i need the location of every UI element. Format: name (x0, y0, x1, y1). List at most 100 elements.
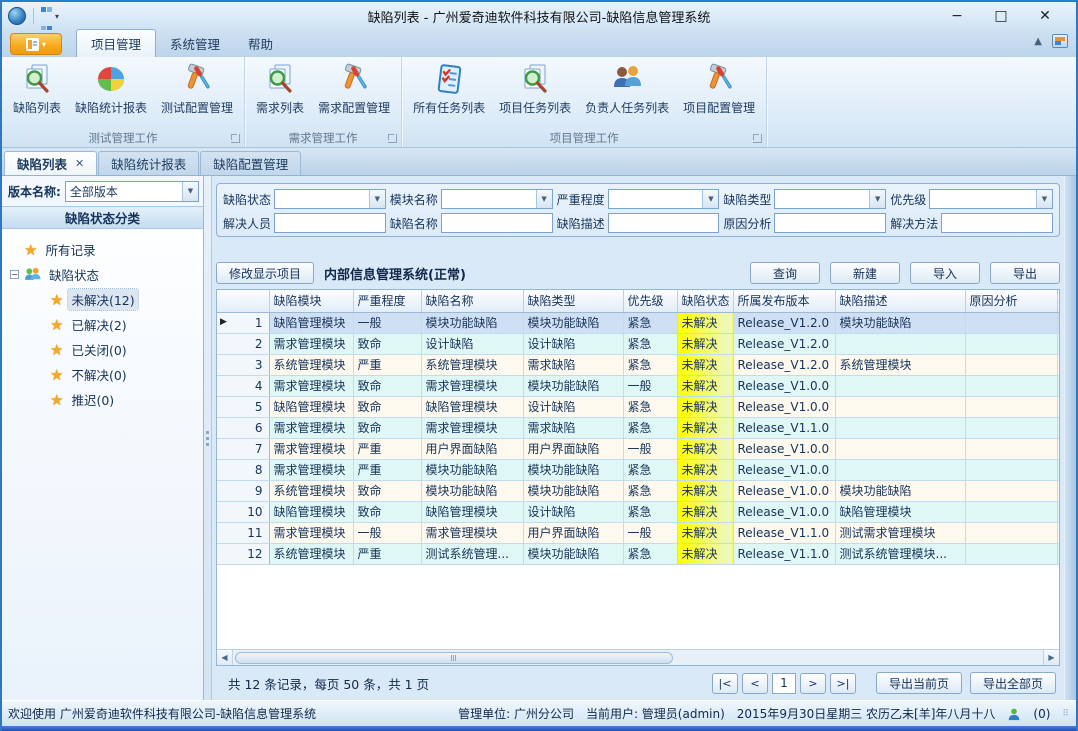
cell-缺陷描述[interactable]: 测试需求管理模块 (835, 522, 965, 543)
row-indicator[interactable]: 3 (217, 354, 269, 375)
cell-严重程度[interactable]: 严重 (353, 543, 421, 564)
cell-缺陷模块[interactable]: 缺陷管理模块 (269, 312, 353, 333)
cell-优先级[interactable]: 一般 (623, 522, 677, 543)
row-indicator[interactable]: 11 (217, 522, 269, 543)
column-header-缺陷名称[interactable]: 缺陷名称 (421, 290, 523, 312)
cell-缺陷类型[interactable]: 模块功能缺陷 (523, 312, 623, 333)
cell-解决方法[interactable] (1057, 354, 1059, 375)
cell-缺陷模块[interactable]: 需求管理模块 (269, 375, 353, 396)
cell-缺陷名称[interactable]: 测试系统管理... (421, 543, 523, 564)
maximize-button[interactable]: □ (984, 5, 1018, 27)
close-button[interactable]: ✕ (1028, 5, 1062, 27)
filter-select-模块名称[interactable]: ▼ (441, 189, 553, 209)
splitter-handle[interactable] (204, 176, 212, 700)
prev-page-button[interactable]: < (742, 673, 768, 694)
cell-缺陷状态[interactable]: 未解决 (677, 501, 733, 522)
export-all-pages-button[interactable]: 导出全部页 (970, 672, 1056, 694)
ribbon-button-测试配置管理[interactable]: 测试配置管理 (154, 60, 240, 118)
ribbon-tab-0[interactable]: 项目管理 (76, 29, 156, 57)
dialog-launcher-icon[interactable] (231, 134, 240, 143)
cell-严重程度[interactable]: 致命 (353, 396, 421, 417)
cell-解决方法[interactable] (1057, 312, 1059, 333)
cell-缺陷描述[interactable] (835, 459, 965, 480)
app-menu-button[interactable]: ▾ (10, 33, 62, 55)
cell-缺陷描述[interactable]: 缺陷管理模块 (835, 501, 965, 522)
cell-优先级[interactable]: 一般 (623, 375, 677, 396)
filter-input-解决人员[interactable] (274, 213, 386, 233)
scroll-right-icon[interactable]: ▶ (1043, 650, 1059, 665)
cell-缺陷类型[interactable]: 设计缺陷 (523, 396, 623, 417)
cell-缺陷描述[interactable]: 系统管理模块 (835, 354, 965, 375)
cell-原因分析[interactable] (965, 438, 1057, 459)
cell-原因分析[interactable] (965, 375, 1057, 396)
cell-解决方法[interactable] (1057, 501, 1059, 522)
cell-严重程度[interactable]: 严重 (353, 438, 421, 459)
minimize-button[interactable]: − (940, 5, 974, 27)
cell-优先级[interactable]: 紧急 (623, 501, 677, 522)
cell-缺陷类型[interactable]: 用户界面缺陷 (523, 522, 623, 543)
last-page-button[interactable]: >| (830, 673, 856, 694)
cell-缺陷名称[interactable]: 缺陷管理模块 (421, 396, 523, 417)
cell-解决方法[interactable] (1057, 396, 1059, 417)
table-row-3[interactable]: 3系统管理模块严重系统管理模块需求缺陷紧急未解决Release_V1.2.0系统… (217, 354, 1059, 375)
cell-缺陷状态[interactable]: 未解决 (677, 333, 733, 354)
cell-所属发布版本[interactable]: Release_V1.0.0 (733, 480, 835, 501)
toolbar-button-新建[interactable]: 新建 (830, 262, 900, 284)
next-page-button[interactable]: > (800, 673, 826, 694)
row-indicator[interactable]: 6 (217, 417, 269, 438)
cell-解决方法[interactable] (1057, 375, 1059, 396)
ribbon-tab-1[interactable]: 系统管理 (156, 30, 234, 57)
cell-缺陷状态[interactable]: 未解决 (677, 522, 733, 543)
cell-缺陷状态[interactable]: 未解决 (677, 375, 733, 396)
cell-解决方法[interactable] (1057, 417, 1059, 438)
toolbar-button-导出[interactable]: 导出 (990, 262, 1060, 284)
cell-原因分析[interactable] (965, 543, 1057, 564)
cell-所属发布版本[interactable]: Release_V1.1.0 (733, 417, 835, 438)
table-row-8[interactable]: 8需求管理模块严重模块功能缺陷模块功能缺陷紧急未解决Release_V1.0.0 (217, 459, 1059, 480)
row-indicator[interactable]: 12 (217, 543, 269, 564)
row-indicator[interactable]: 8 (217, 459, 269, 480)
filter-input-解决方法[interactable] (941, 213, 1053, 233)
tree-item-0[interactable]: ★所有记录 (2, 237, 203, 262)
collapse-icon[interactable]: − (10, 270, 19, 279)
cell-原因分析[interactable] (965, 522, 1057, 543)
ribbon-button-所有任务列表[interactable]: 所有任务列表 (406, 60, 492, 118)
cell-所属发布版本[interactable]: Release_V1.0.0 (733, 396, 835, 417)
cell-缺陷状态[interactable]: 未解决 (677, 459, 733, 480)
cell-缺陷名称[interactable]: 模块功能缺陷 (421, 459, 523, 480)
filter-select-优先级[interactable]: ▼ (929, 189, 1053, 209)
cell-优先级[interactable]: 紧急 (623, 480, 677, 501)
doc-tab-1[interactable]: 缺陷统计报表 (98, 151, 199, 175)
row-indicator[interactable]: 4 (217, 375, 269, 396)
cell-优先级[interactable]: 紧急 (623, 543, 677, 564)
cell-缺陷模块[interactable]: 系统管理模块 (269, 354, 353, 375)
cell-缺陷名称[interactable]: 设计缺陷 (421, 333, 523, 354)
table-row-11[interactable]: 11需求管理模块一般需求管理模块用户界面缺陷一般未解决Release_V1.1.… (217, 522, 1059, 543)
about-icon[interactable] (1052, 34, 1068, 48)
table-row-12[interactable]: 12系统管理模块严重测试系统管理...模块功能缺陷紧急未解决Release_V1… (217, 543, 1059, 564)
cell-缺陷描述[interactable] (835, 333, 965, 354)
cell-缺陷状态[interactable]: 未解决 (677, 480, 733, 501)
cell-所属发布版本[interactable]: Release_V1.0.0 (733, 438, 835, 459)
table-row-7[interactable]: 7需求管理模块严重用户界面缺陷用户界面缺陷一般未解决Release_V1.0.0 (217, 438, 1059, 459)
cell-严重程度[interactable]: 一般 (353, 522, 421, 543)
cell-严重程度[interactable]: 严重 (353, 354, 421, 375)
cell-严重程度[interactable]: 致命 (353, 480, 421, 501)
row-indicator[interactable]: 9 (217, 480, 269, 501)
ribbon-button-缺陷列表[interactable]: 缺陷列表 (6, 60, 68, 118)
cell-缺陷描述[interactable] (835, 396, 965, 417)
cell-严重程度[interactable]: 致命 (353, 375, 421, 396)
filter-input-原因分析[interactable] (774, 213, 886, 233)
cell-缺陷类型[interactable]: 模块功能缺陷 (523, 459, 623, 480)
cell-所属发布版本[interactable]: Release_V1.0.0 (733, 375, 835, 396)
ribbon-button-项目配置管理[interactable]: 项目配置管理 (676, 60, 762, 118)
cell-缺陷描述[interactable] (835, 438, 965, 459)
toolbar-button-导入[interactable]: 导入 (910, 262, 980, 284)
column-header-解决方法[interactable]: 解决方法 (1057, 290, 1059, 312)
cell-缺陷名称[interactable]: 模块功能缺陷 (421, 480, 523, 501)
cell-优先级[interactable]: 紧急 (623, 354, 677, 375)
ribbon-button-需求配置管理[interactable]: 需求配置管理 (311, 60, 397, 118)
scrollbar-thumb[interactable] (235, 652, 673, 664)
cell-缺陷类型[interactable]: 设计缺陷 (523, 333, 623, 354)
table-row-10[interactable]: 10缺陷管理模块致命缺陷管理模块设计缺陷紧急未解决Release_V1.0.0缺… (217, 501, 1059, 522)
